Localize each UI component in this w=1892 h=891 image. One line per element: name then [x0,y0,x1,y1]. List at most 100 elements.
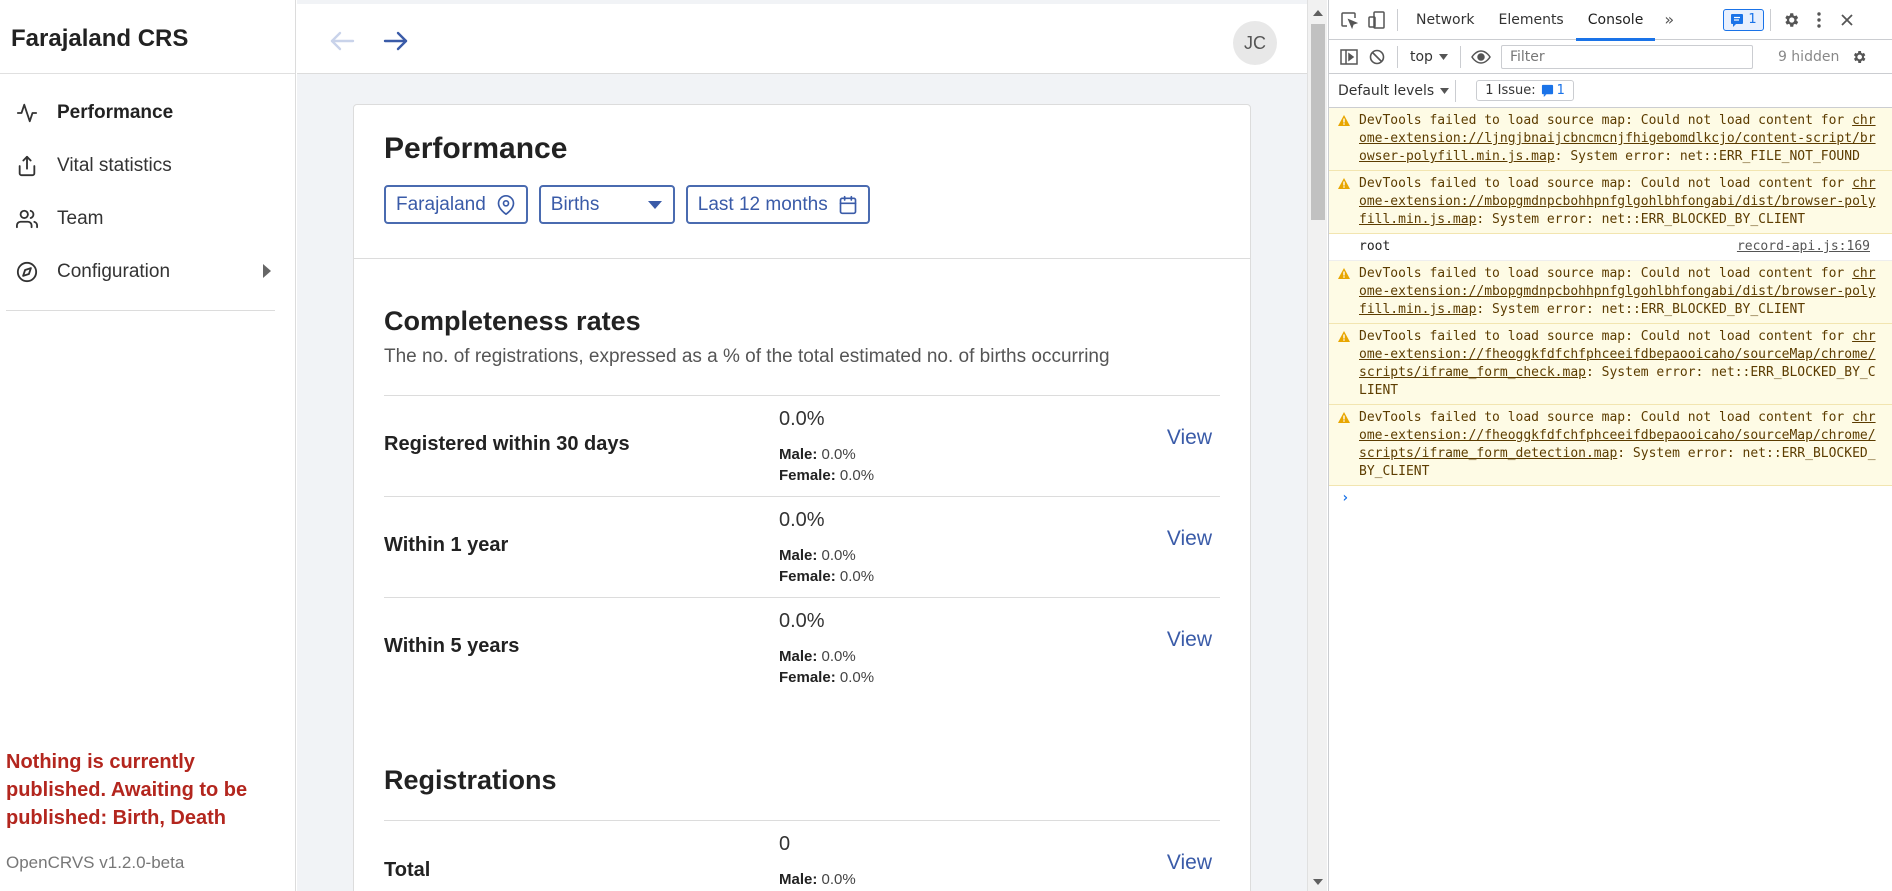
table-row: Within 1 year 0.0% Male: 0.0% Female: 0.… [384,496,1220,597]
sidebar-toggle-icon[interactable] [1335,43,1363,71]
close-icon[interactable] [1833,6,1861,34]
view-link[interactable]: View [1167,426,1212,450]
warning-icon [1338,114,1350,132]
scroll-down-icon[interactable] [1313,879,1323,885]
toolbar-divider [1455,79,1457,102]
male-value: 0.0% [821,871,856,888]
male-label: Male: [779,648,818,665]
message-text: : System error: net::ERR_BLOCKED_BY_CLIE… [1476,302,1806,317]
table-row: Within 5 years 0.0% Male: 0.0% Female: 0… [384,597,1220,698]
warning-icon [1338,411,1350,429]
message-text: : System error: net::ERR_FILE_NOT_FOUND [1554,149,1860,164]
completeness-description: The no. of registrations, expressed as a… [384,346,1110,367]
filter-bar: Farajaland Births Last 12 months [384,185,1220,224]
sidebar-item-label: Configuration [57,260,171,282]
performance-card: Performance Farajaland Births Last 12 mo… [353,104,1251,891]
message-icon [1541,84,1553,97]
arrow-right-icon [383,31,408,51]
message-text: : System error: net::ERR_BLOCKED_BY_CLIE… [1476,212,1806,227]
console-warning: DevTools failed to load source map: Coul… [1329,261,1892,324]
console-prompt[interactable]: › [1329,486,1892,510]
page-scrollbar[interactable] [1307,0,1327,891]
male-label: Male: [779,446,818,463]
issues-badge-count: 1 [1748,12,1757,27]
issues-button[interactable]: 1 Issue: 1 [1476,80,1574,101]
settings-gear-icon[interactable] [1777,6,1805,34]
event-select[interactable]: Births [538,185,675,224]
message-text: DevTools failed to load source map: Coul… [1359,113,1853,128]
console-log: root record-api.js:169 [1329,234,1892,261]
arrow-left-icon [330,31,355,51]
period-filter[interactable]: Last 12 months [685,185,870,224]
compass-icon [14,259,40,285]
user-avatar[interactable]: JC [1233,21,1277,65]
app-version: OpenCRVS v1.2.0-beta [6,853,185,872]
page-title: Performance [384,132,568,165]
scroll-up-icon[interactable] [1313,10,1323,16]
sidebar-item-performance[interactable]: Performance [0,86,295,139]
completeness-title: Completeness rates [384,306,641,336]
more-options-icon[interactable] [1805,6,1833,34]
event-select-label: Births [550,193,600,215]
view-link[interactable]: View [1167,527,1212,551]
log-levels-select[interactable]: Default levels [1338,83,1450,99]
row-value: 0.0% [779,509,825,531]
back-button[interactable] [327,26,357,56]
message-text: DevTools failed to load source map: Coul… [1359,176,1853,191]
hidden-count: 9 hidden [1777,48,1840,65]
console-warning: DevTools failed to load source map: Coul… [1329,405,1892,486]
message-text: DevTools failed to load source map: Coul… [1359,329,1853,344]
toolbar-divider [1397,8,1398,31]
sidebar-item-configuration[interactable]: Configuration [0,245,295,298]
row-label: Registered within 30 days [384,433,630,455]
chevron-down-icon [647,200,663,210]
inspect-element-icon[interactable] [1335,6,1363,34]
live-expression-eye-icon[interactable] [1467,43,1495,71]
toolbar-divider [1397,45,1398,68]
male-label: Male: [779,871,818,888]
console-output: DevTools failed to load source map: Coul… [1329,108,1892,510]
forward-button[interactable] [381,26,411,56]
issues-count-value: 1 [1556,83,1565,98]
scrollbar-thumb[interactable] [1311,24,1325,220]
table-row: Registered within 30 days 0.0% Male: 0.0… [384,395,1220,496]
main-content: JC Performance Farajaland Births Last 12… [297,0,1307,891]
warning-icon [1338,330,1350,348]
context-select[interactable]: top [1404,49,1454,65]
female-value: 0.0% [839,568,875,585]
female-value: 0.0% [839,467,875,484]
tab-console[interactable]: Console [1575,0,1656,41]
sidebar-item-label: Vital statistics [57,154,172,176]
performance-header: Performance Farajaland Births Last 12 mo… [354,105,1250,259]
clear-console-icon[interactable] [1363,43,1391,71]
sidebar-item-team[interactable]: Team [0,192,295,245]
source-link[interactable]: record-api.js:169 [1737,238,1870,256]
row-value: 0 [779,833,791,855]
female-label: Female: [779,568,836,585]
toolbar-divider [1459,45,1461,68]
tab-elements[interactable]: Elements [1486,0,1575,40]
male-value: 0.0% [821,547,856,564]
unpublished-notice: Nothing is currently published. Awaiting… [6,751,248,829]
row-label: Within 1 year [384,534,509,556]
devtools-panel: Network Elements Console » 1 top Filter … [1328,0,1892,891]
female-label: Female: [779,669,836,686]
console-warning: DevTools failed to load source map: Coul… [1329,108,1892,171]
sidebar-item-label: Performance [57,101,174,123]
row-value: 0.0% [779,408,825,430]
users-icon [14,206,40,232]
view-link[interactable]: View [1167,628,1212,652]
more-tabs-icon[interactable]: » [1655,6,1683,34]
issues-badge[interactable]: 1 [1723,8,1764,31]
view-link[interactable]: View [1167,851,1212,875]
console-settings-gear-icon[interactable] [1845,43,1873,71]
device-toolbar-icon[interactable] [1363,6,1391,34]
issues-count: 1 [1541,83,1565,98]
app-sidebar: Farajaland CRS Performance Vital statist… [0,0,296,891]
sidebar-item-vital-statistics[interactable]: Vital statistics [0,139,295,192]
location-filter[interactable]: Farajaland [384,185,528,224]
calendar-icon [838,194,858,216]
tab-network[interactable]: Network [1404,0,1486,40]
console-filter-input[interactable] [1500,44,1753,69]
sidebar-item-label: Team [57,207,104,229]
